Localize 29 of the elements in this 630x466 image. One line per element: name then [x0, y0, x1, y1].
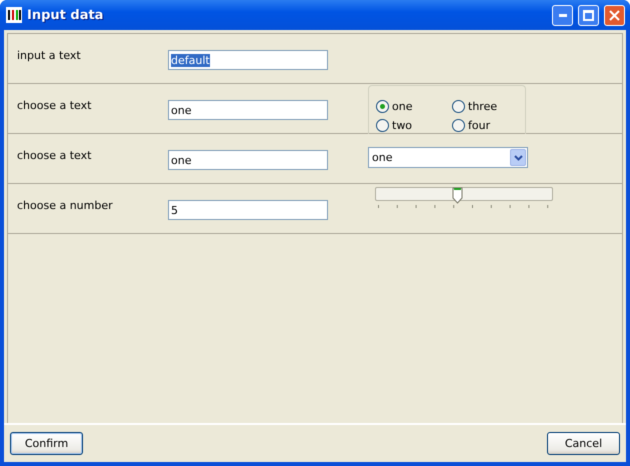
- minimize-button[interactable]: [552, 4, 573, 26]
- radio-button[interactable]: [452, 119, 465, 132]
- window-title: Input data: [27, 8, 104, 22]
- input-field[interactable]: 5: [168, 200, 328, 220]
- field-label: input a text: [17, 49, 82, 62]
- close-button[interactable]: [604, 4, 625, 26]
- radio-label: three: [468, 100, 498, 113]
- confirm-button[interactable]: Confirm: [10, 432, 83, 455]
- slider-thumb[interactable]: [452, 187, 464, 204]
- input-field[interactable]: one: [168, 150, 328, 170]
- maximize-icon: [583, 10, 594, 20]
- radio-button[interactable]: [376, 119, 389, 132]
- minimize-icon: [558, 14, 566, 16]
- dropdown[interactable]: one: [368, 147, 528, 168]
- field-label: choose a text: [17, 149, 92, 162]
- input-field[interactable]: default: [168, 50, 328, 70]
- radio-label: one: [392, 100, 412, 113]
- field-label: choose a number: [17, 199, 114, 212]
- radio-label: two: [392, 119, 412, 132]
- field-label: choose a text: [17, 99, 92, 112]
- app-icon: [6, 7, 22, 23]
- close-icon: [609, 10, 620, 20]
- cancel-button[interactable]: Cancel: [547, 432, 620, 455]
- chevron-down-icon[interactable]: [510, 149, 526, 166]
- radio-button[interactable]: [376, 100, 389, 113]
- radio-label: four: [468, 119, 490, 132]
- radio-button[interactable]: [452, 100, 465, 113]
- maximize-button[interactable]: [578, 4, 599, 26]
- input-field[interactable]: one: [168, 100, 328, 120]
